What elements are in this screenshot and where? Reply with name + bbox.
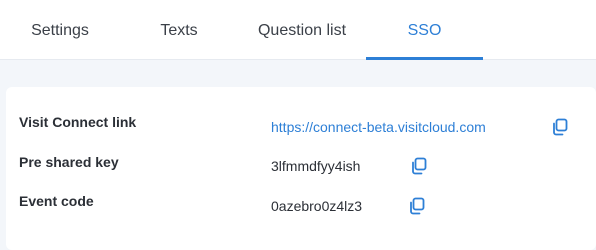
- copy-icon[interactable]: [409, 156, 429, 176]
- tab-texts[interactable]: Texts: [142, 0, 216, 60]
- copy-icon[interactable]: [550, 117, 570, 137]
- tab-question-list[interactable]: Question list: [244, 0, 360, 60]
- tab-sso-label: SSO: [407, 22, 442, 39]
- tab-sso[interactable]: SSO: [366, 0, 483, 60]
- sso-panel: Visit Connect link https://connect-beta.…: [6, 87, 596, 250]
- pre-shared-key-value: 3lfmmdfyy4ish: [271, 158, 361, 174]
- event-code-label: Event code: [19, 193, 94, 209]
- tab-bar: Settings Texts Question list SSO: [0, 0, 596, 60]
- visit-connect-link[interactable]: https://connect-beta.visitcloud.com: [271, 119, 486, 135]
- tab-settings[interactable]: Settings: [14, 0, 106, 60]
- visit-connect-link-label: Visit Connect link: [19, 114, 137, 130]
- tab-question-list-label: Question list: [257, 22, 347, 39]
- active-tab-indicator: [366, 57, 483, 60]
- copy-icon[interactable]: [407, 196, 427, 216]
- tab-settings-label: Settings: [31, 22, 89, 39]
- event-code-value: 0azebro0z4lz3: [271, 198, 363, 214]
- tab-texts-label: Texts: [160, 22, 198, 39]
- pre-shared-key-label: Pre shared key: [19, 154, 119, 170]
